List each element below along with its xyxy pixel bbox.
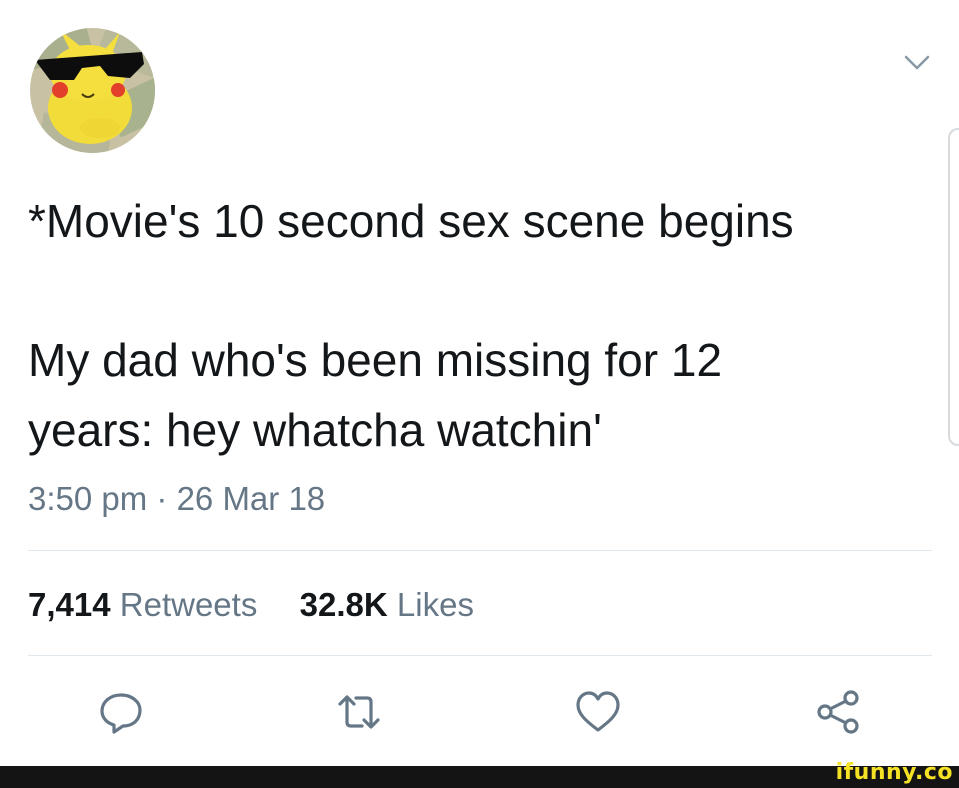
reply-icon bbox=[100, 693, 142, 734]
tweet-text-line-1: *Movie's 10 second sex scene begins bbox=[28, 195, 794, 247]
share-button[interactable] bbox=[815, 688, 863, 736]
scrollbar[interactable] bbox=[948, 128, 959, 446]
avatar-image bbox=[30, 28, 155, 153]
like-button[interactable] bbox=[574, 688, 622, 736]
retweets-label[interactable]: Retweets bbox=[120, 586, 258, 623]
reply-button[interactable] bbox=[97, 688, 145, 736]
chevron-down-icon[interactable] bbox=[903, 52, 931, 74]
heart-icon bbox=[576, 691, 620, 732]
tweet-text-line-3: years: hey whatcha watchin' bbox=[28, 404, 602, 456]
tweet-screenshot: *Movie's 10 second sex scene begins My d… bbox=[0, 0, 959, 788]
retweets-count[interactable]: 7,414 bbox=[28, 586, 111, 623]
share-icon bbox=[817, 690, 859, 734]
tweet-text-line-2: My dad who's been missing for 12 bbox=[28, 334, 723, 386]
divider bbox=[28, 550, 932, 551]
divider bbox=[28, 655, 932, 656]
retweet-icon bbox=[338, 695, 380, 729]
tweet-timestamp[interactable]: 3:50 pm · 26 Mar 18 bbox=[28, 480, 325, 518]
avatar[interactable] bbox=[30, 28, 155, 153]
likes-count[interactable]: 32.8K bbox=[300, 586, 388, 623]
tweet-stats: 7,414 Retweets 32.8K Likes bbox=[28, 586, 474, 624]
retweet-button[interactable] bbox=[335, 688, 383, 736]
watermark: ifunny.co bbox=[835, 760, 953, 785]
watermark-bar: ifunny.co bbox=[0, 760, 959, 788]
likes-label[interactable]: Likes bbox=[397, 586, 474, 623]
